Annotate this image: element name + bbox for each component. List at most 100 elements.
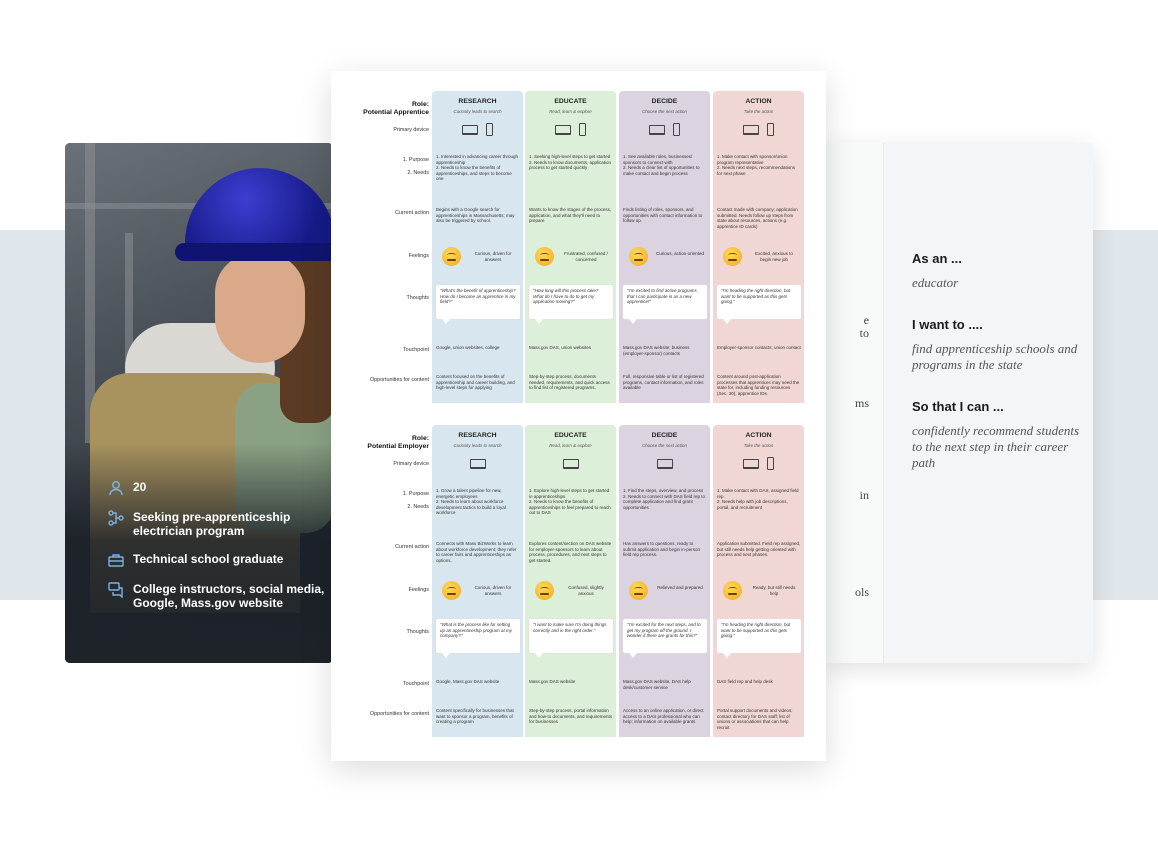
device-icons: [432, 123, 523, 137]
story-card-edge: e to ms in ols: [826, 143, 884, 663]
so-that-heading: So that I can ...: [912, 399, 1004, 414]
opportunity-text: Access to an online application, or dire…: [623, 708, 704, 725]
current-action: Connects with Mass BizWorks to learn abo…: [436, 541, 517, 563]
journey-map: Role: Potential Employer Primary device 1.…: [331, 425, 826, 737]
workflow-icon: [108, 510, 124, 526]
current-action: Begins with a Google search for apprenti…: [436, 207, 515, 224]
laptop-icon: [656, 459, 673, 469]
persona-sources-row: College instructors, social media, Googl…: [107, 582, 327, 610]
laptop-icon: [555, 125, 571, 135]
touchpoint-text: DAS field rep and help desk: [717, 679, 773, 684]
row-label-needs: 2. Needs: [407, 170, 429, 176]
thought-bubble: "I'm heading the right direction, but wa…: [717, 285, 801, 324]
phone-icon: [767, 457, 774, 470]
touchpoint-text: Google, Mass.gov DAS website: [436, 679, 500, 684]
role-label: Role: Potential Employer: [367, 435, 429, 450]
edge-text: ols: [854, 585, 869, 599]
phone-icon: [579, 123, 586, 136]
opportunity-text: Step-by-step process, portal information…: [529, 708, 613, 725]
device-icons: [619, 457, 710, 471]
feeling-emoji-icon: [535, 581, 554, 600]
row-label-purpose: 1. Purpose: [402, 157, 429, 163]
current-action: Application submitted. Field rep assigne…: [717, 541, 801, 558]
thought-text: "I'm heading the right direction, but wa…: [721, 288, 791, 305]
row-label-opportunities: Opportunities for content: [369, 377, 429, 383]
touchpoint-text: Employer-sponsor contacts; union contact: [717, 345, 801, 350]
persona-sources: College instructors, social media, Googl…: [133, 582, 325, 610]
device-icons: [525, 123, 616, 137]
stage-subtitle: Take the action: [743, 443, 774, 448]
thought-text: "What is the process like for setting up…: [440, 622, 513, 639]
opportunity-text: Full, responsive table or list of regist…: [623, 374, 704, 391]
thought-bubble: "I'm heading the right direction, but wa…: [717, 619, 801, 658]
persona-details: 20 Seeking pre-apprenticeship electricia…: [107, 480, 327, 624]
feeling-emoji-icon: [442, 581, 461, 600]
opportunity-text: Portal support documents and videos; con…: [717, 708, 793, 730]
thought-text: "How long will this process take? What d…: [533, 288, 599, 305]
row-label-device: Primary device: [393, 461, 429, 467]
current-action: Has answers to questions, ready to submi…: [623, 541, 701, 558]
persona-photo-card: 20 Seeking pre-apprenticeship electricia…: [65, 143, 333, 663]
row-label-touchpoint: Touchpoint: [402, 681, 429, 687]
touchpoint-text: Google, union websites, college: [436, 345, 500, 350]
purpose-needs: 1. Interested in advancing career throug…: [436, 154, 519, 182]
opportunity-text: Step-by-step process, documents needed, …: [529, 374, 610, 391]
persona-goal-row: Seeking pre-apprenticeship electrician p…: [107, 510, 327, 538]
persona-age-row: 20: [107, 480, 327, 496]
stage-subtitle: Choose the next action: [642, 443, 687, 448]
feeling-text: Confused, slightly anxious: [568, 585, 604, 596]
thought-text: "I'm excited to find active programs tha…: [627, 288, 697, 305]
laptop-icon: [462, 125, 478, 135]
chat-icon: [108, 582, 123, 598]
purpose-needs: 1. Make contact with sponsor/union progr…: [717, 154, 796, 176]
stage-title: ACTION: [745, 98, 772, 105]
stage-subtitle: Curiosity leads to search: [453, 109, 502, 114]
stage-subtitle: Read, learn & explore: [549, 109, 592, 114]
stage-column: [432, 91, 523, 403]
device-icons: [713, 457, 804, 471]
purpose-needs: 1. See available roles, businesses/ spon…: [623, 154, 700, 176]
row-label-touchpoint: Touchpoint: [402, 347, 429, 353]
device-icons: [432, 457, 523, 471]
stage-title: DECIDE: [651, 432, 678, 439]
stage-title: DECIDE: [651, 98, 678, 105]
feeling-emoji-icon: [723, 581, 742, 600]
feeling-text: Relieved and prepared: [657, 585, 703, 590]
laptop-icon: [649, 125, 665, 135]
journey-map-document: Role: Potential Apprentice Primary device…: [331, 71, 826, 761]
edge-text: to: [859, 326, 869, 340]
persona-education: Technical school graduate: [133, 552, 284, 566]
stage-subtitle: Curiosity leads to search: [453, 443, 502, 448]
persona-education-row: Technical school graduate: [107, 552, 327, 568]
thought-bubble: "I want to make sure I'm doing things co…: [529, 619, 613, 658]
row-label-action: Current action: [395, 210, 429, 216]
feeling-text: Excited, anxious to begin new job: [755, 251, 793, 262]
current-action: Finds listing of roles, sponsors, and op…: [623, 207, 703, 224]
so-that-value: confidently recommend students to the ne…: [912, 423, 1080, 470]
feeling-emoji-icon: [629, 247, 648, 266]
row-label-thoughts: Thoughts: [406, 295, 429, 301]
opportunity-text: Content focused on the benefits of appre…: [436, 374, 515, 391]
thought-bubble: "What is the process like for setting up…: [436, 619, 520, 658]
stage-column: [525, 91, 616, 403]
persona-age: 20: [133, 480, 147, 494]
device-icons: [619, 123, 710, 137]
thought-text: "What's the benefit of apprenticeship? H…: [440, 288, 516, 305]
i-want-value: find apprenticeship schools and programs…: [912, 341, 1078, 372]
touchpoint-text: Mass.gov DAS website, DAS help desk/cust…: [623, 679, 691, 690]
stage-title: RESEARCH: [458, 432, 497, 439]
stage-title: EDUCATE: [554, 98, 587, 105]
journey-map: Role: Potential Apprentice Primary device…: [331, 91, 826, 403]
current-action: Explores content/section on DAS website …: [529, 541, 612, 563]
row-label-thoughts: Thoughts: [406, 629, 429, 635]
row-label-purpose: 1. Purpose: [402, 491, 429, 497]
toolbox-icon: [108, 554, 124, 567]
feeling-emoji-icon: [535, 247, 554, 266]
as-an-value: educator: [912, 275, 959, 290]
stage-column: [432, 425, 523, 737]
thought-text: "I'm excited for the next steps, and to …: [627, 622, 701, 639]
row-label-action: Current action: [395, 544, 429, 550]
stage-column: [619, 91, 710, 403]
stage-title: ACTION: [745, 432, 772, 439]
opportunity-text: Content specifically for businesses that…: [436, 708, 514, 725]
